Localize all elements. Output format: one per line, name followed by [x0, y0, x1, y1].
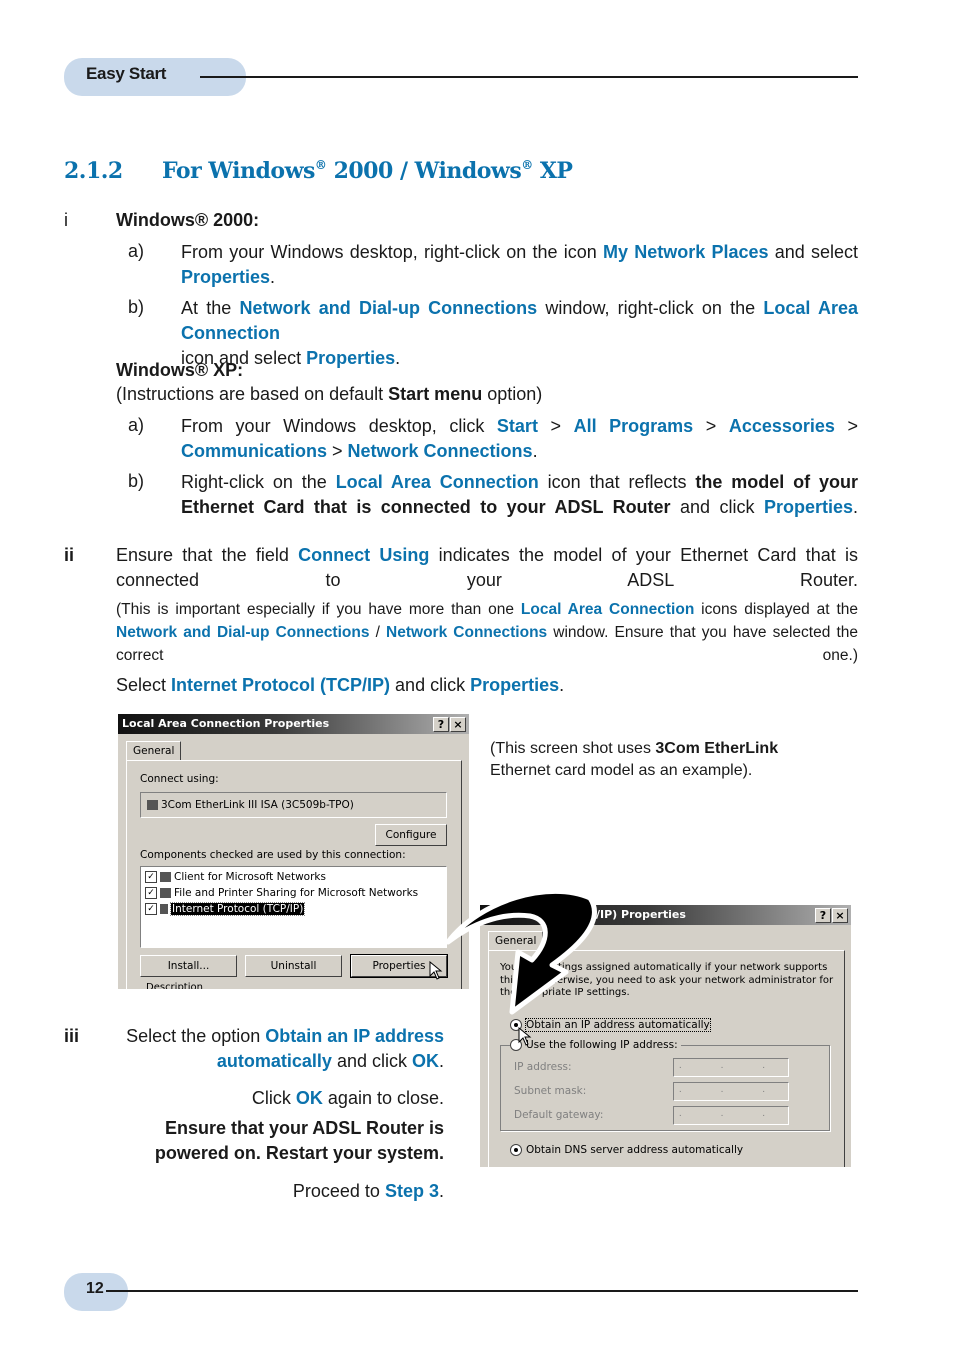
header-rule [200, 76, 858, 78]
obtain-dns-auto-radio[interactable]: Obtain DNS server address automatically [510, 1144, 743, 1156]
description-label: Description [146, 982, 203, 989]
win2000-step-a: From your Windows desktop, right-click o… [181, 242, 859, 287]
components-label: Components checked are used by this conn… [140, 849, 406, 861]
winxp-heading: Windows® XP: [116, 360, 244, 380]
proceed-text: Proceed to Step 3. [292, 1181, 444, 1201]
win2000-a-marker: a) [128, 241, 145, 261]
screenshot-note: (This screen shot uses 3Com EtherLink Et… [490, 740, 779, 779]
component-item[interactable]: ✓ Client for Microsoft Networks [145, 869, 326, 885]
winxp-note: (Instructions are based on default Start… [116, 384, 543, 404]
page-title: 2.1.2 For Windows® 2000 / Windows® XP [64, 158, 573, 184]
ip-address-label: IP address: [514, 1061, 572, 1073]
ip-address-input[interactable]: . . . [673, 1058, 789, 1077]
local-area-connection-properties-dialog: Local Area Connection Properties ? × Gen… [118, 714, 469, 989]
configure-button[interactable]: Configure [375, 824, 447, 846]
checkbox[interactable]: ✓ [145, 903, 157, 915]
footer-rule [106, 1290, 858, 1292]
checkbox[interactable]: ✓ [145, 871, 157, 883]
section-label: Easy Start [86, 64, 167, 83]
help-button[interactable]: ? [815, 908, 831, 923]
link-properties: Properties [181, 267, 271, 287]
winxp-step-b: Right-click on the Local Area Connection… [181, 472, 858, 517]
tab-general[interactable]: General [126, 741, 182, 761]
subnet-mask-input[interactable]: . . . [673, 1082, 789, 1101]
winxp-step-a: From your Windows desktop, click Start >… [181, 416, 859, 461]
step-ii-marker: ii [64, 545, 75, 565]
connect-using-label: Connect using: [140, 773, 219, 785]
install-button[interactable]: Install... [140, 955, 237, 977]
subnet-mask-label: Subnet mask: [514, 1085, 587, 1097]
win2000-b-marker: b) [128, 297, 145, 317]
network-card-icon [147, 800, 158, 810]
link-my-network-places: My Network Places [602, 242, 769, 262]
winxp-a-marker: a) [128, 415, 145, 435]
component-item[interactable]: ✓ File and Printer Sharing for Microsoft … [145, 885, 418, 901]
section-number: 2.1.2 [64, 158, 123, 184]
component-item-selected[interactable]: ✓ Internet Protocol (TCP/IP) [145, 901, 306, 917]
win2000-heading: Windows® 2000: [116, 210, 260, 230]
step-ii-select: Select Internet Protocol (TCP/IP) and cl… [116, 675, 565, 695]
checkbox[interactable]: ✓ [145, 887, 157, 899]
components-list[interactable]: ✓ Client for Microsoft Networks ✓ File and… [140, 866, 447, 948]
click-ok-again: Click OK again to close. [251, 1088, 444, 1108]
mouse-cursor-icon [518, 1027, 532, 1046]
ensure-router-text: Ensure that your ADSL Router is powered … [154, 1118, 444, 1163]
help-button[interactable]: ? [433, 717, 449, 732]
page-number: 12 [86, 1280, 104, 1297]
curved-arrow-icon [445, 889, 597, 1015]
uninstall-button[interactable]: Uninstall [245, 955, 342, 977]
default-gateway-input[interactable]: . . . [673, 1106, 789, 1125]
step-iii-marker: iii [64, 1026, 80, 1046]
dialog-title: Local Area Connection Properties [122, 717, 330, 730]
step-ii-note: (This is important especially if you hav… [116, 601, 859, 664]
step-i-marker: i [64, 210, 68, 230]
step-ii-text: Ensure that the field Connect Using indi… [116, 545, 858, 590]
link-step-3: Step 3 [384, 1181, 439, 1201]
use-following-ip-radio[interactable]: Use the following IP address: [510, 1039, 681, 1051]
dialog-titlebar: Local Area Connection Properties ? × [118, 714, 469, 734]
printer-share-icon [160, 888, 171, 898]
close-button[interactable]: × [832, 908, 848, 923]
computer-icon [160, 872, 171, 882]
protocol-icon [160, 904, 168, 914]
win2000-step-b: At the Network and Dial-up Connections w… [181, 298, 859, 368]
winxp-b-marker: b) [128, 471, 145, 491]
close-button[interactable]: × [450, 717, 466, 732]
adapter-field: 3Com EtherLink III ISA (3C509b-TPO) [140, 792, 447, 818]
step-iii-text: Select the option Obtain an IP address a… [126, 1026, 444, 1071]
default-gateway-label: Default gateway: [514, 1109, 604, 1121]
